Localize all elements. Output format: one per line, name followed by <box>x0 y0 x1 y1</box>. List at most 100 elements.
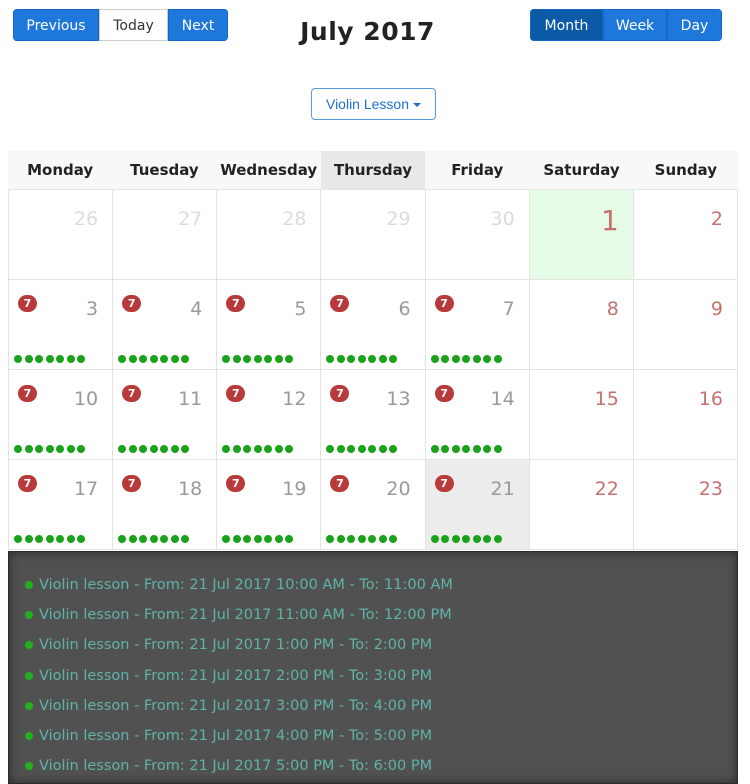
event-dot-icon[interactable] <box>45 355 54 363</box>
event-dot-icon[interactable] <box>149 355 158 363</box>
event-dot-icon[interactable] <box>243 535 252 543</box>
event-dot-icon[interactable] <box>253 535 262 543</box>
event-dot-icon[interactable] <box>430 535 439 543</box>
event-dot-icon[interactable] <box>451 535 460 543</box>
day-cell[interactable]: 1 <box>529 190 634 279</box>
event-dot-icon[interactable] <box>368 445 377 453</box>
event-dot-icon[interactable] <box>181 445 190 453</box>
day-cell[interactable]: 7 21 <box>425 460 530 549</box>
day-cell[interactable]: 22 <box>530 460 634 549</box>
event-dot-icon[interactable] <box>181 355 190 363</box>
event-dot-icon[interactable] <box>14 535 22 543</box>
event-list-item[interactable]: Violin lesson - From: 21 Jul 2017 5:00 P… <box>9 751 737 781</box>
event-dot-icon[interactable] <box>66 535 75 543</box>
event-list-item[interactable]: Violin lesson - From: 21 Jul 2017 3:00 P… <box>9 691 737 721</box>
event-dot-icon[interactable] <box>441 445 450 453</box>
day-cell[interactable]: 7 17 <box>8 460 114 549</box>
event-dot-icon[interactable] <box>139 445 148 453</box>
event-dot-icon[interactable] <box>347 445 356 453</box>
event-dot-icon[interactable] <box>493 535 502 543</box>
event-dot-icon[interactable] <box>357 355 366 363</box>
event-dot-icon[interactable] <box>118 535 127 543</box>
month-view-button[interactable]: Month <box>530 9 603 41</box>
event-dot-icon[interactable] <box>264 535 273 543</box>
event-dot-icon[interactable] <box>66 355 75 363</box>
event-dot-icon[interactable] <box>264 355 273 363</box>
day-cell[interactable]: 77 <box>426 280 530 369</box>
day-cell[interactable]: 7 14 <box>426 370 530 459</box>
event-type-dropdown[interactable]: Violin Lesson <box>311 88 436 120</box>
day-cell[interactable]: 26 <box>8 190 114 279</box>
event-dot-icon[interactable] <box>128 535 137 543</box>
event-dot-icon[interactable] <box>378 535 387 543</box>
event-dot-icon[interactable] <box>149 445 158 453</box>
event-dot-icon[interactable] <box>493 445 502 453</box>
event-dot-icon[interactable] <box>347 355 356 363</box>
event-dot-icon[interactable] <box>35 535 43 543</box>
event-dot-icon[interactable] <box>160 355 169 363</box>
event-dot-icon[interactable] <box>222 535 231 543</box>
event-dot-icon[interactable] <box>56 535 64 543</box>
event-dot-icon[interactable] <box>483 535 492 543</box>
event-dot-icon[interactable] <box>389 445 398 453</box>
event-dot-icon[interactable] <box>222 445 231 453</box>
event-dot-icon[interactable] <box>378 445 387 453</box>
day-cell[interactable]: 9 <box>634 280 738 369</box>
event-dot-icon[interactable] <box>483 445 492 453</box>
day-cell[interactable]: 23 <box>634 460 738 549</box>
day-cell[interactable]: 7 12 <box>217 370 322 459</box>
event-dot-icon[interactable] <box>357 535 366 543</box>
event-dot-icon[interactable] <box>232 355 241 363</box>
event-dot-icon[interactable] <box>170 355 179 363</box>
day-cell[interactable]: 73 <box>8 280 114 369</box>
week-view-button[interactable]: Week <box>603 9 667 41</box>
event-dot-icon[interactable] <box>483 355 492 363</box>
event-dot-icon[interactable] <box>253 445 262 453</box>
event-dot-icon[interactable] <box>493 355 502 363</box>
event-dot-icon[interactable] <box>462 355 471 363</box>
event-dot-icon[interactable] <box>149 535 158 543</box>
day-cell[interactable]: 16 <box>634 370 738 459</box>
event-dot-icon[interactable] <box>14 445 22 453</box>
day-cell[interactable]: 74 <box>113 280 218 369</box>
day-cell[interactable]: 2 <box>634 190 738 279</box>
event-dot-icon[interactable] <box>285 535 294 543</box>
event-dot-icon[interactable] <box>441 355 450 363</box>
event-dot-icon[interactable] <box>232 535 241 543</box>
event-dot-icon[interactable] <box>56 355 64 363</box>
event-dot-icon[interactable] <box>451 355 460 363</box>
event-dot-icon[interactable] <box>430 355 439 363</box>
event-dot-icon[interactable] <box>66 445 75 453</box>
event-dot-icon[interactable] <box>462 535 471 543</box>
event-dot-icon[interactable] <box>274 445 283 453</box>
event-dot-icon[interactable] <box>368 535 377 543</box>
event-dot-icon[interactable] <box>336 355 345 363</box>
event-dot-icon[interactable] <box>472 535 481 543</box>
event-dot-icon[interactable] <box>222 355 231 363</box>
event-list-item[interactable]: Violin lesson - From: 21 Jul 2017 4:00 P… <box>9 721 737 751</box>
event-dot-icon[interactable] <box>35 355 43 363</box>
event-dot-icon[interactable] <box>389 535 398 543</box>
event-dot-icon[interactable] <box>128 445 137 453</box>
day-cell[interactable]: 29 <box>321 190 426 279</box>
day-cell[interactable]: 27 <box>113 190 218 279</box>
event-list-item[interactable]: Violin lesson - From: 21 Jul 2017 10:00 … <box>9 570 737 600</box>
day-cell[interactable]: 8 <box>530 280 634 369</box>
day-cell[interactable]: 76 <box>321 280 426 369</box>
event-dot-icon[interactable] <box>430 445 439 453</box>
event-dot-icon[interactable] <box>139 535 148 543</box>
event-dot-icon[interactable] <box>35 445 43 453</box>
event-dot-icon[interactable] <box>274 355 283 363</box>
day-cell[interactable]: 30 <box>426 190 530 279</box>
event-dot-icon[interactable] <box>181 535 190 543</box>
event-dot-icon[interactable] <box>347 535 356 543</box>
event-dot-icon[interactable] <box>160 445 169 453</box>
event-dot-icon[interactable] <box>274 535 283 543</box>
event-dot-icon[interactable] <box>170 535 179 543</box>
event-dot-icon[interactable] <box>139 355 148 363</box>
event-dot-icon[interactable] <box>441 535 450 543</box>
event-dot-icon[interactable] <box>77 445 85 453</box>
event-dot-icon[interactable] <box>336 445 345 453</box>
event-dot-icon[interactable] <box>336 535 345 543</box>
event-list-item[interactable]: Violin lesson - From: 21 Jul 2017 2:00 P… <box>9 661 737 691</box>
